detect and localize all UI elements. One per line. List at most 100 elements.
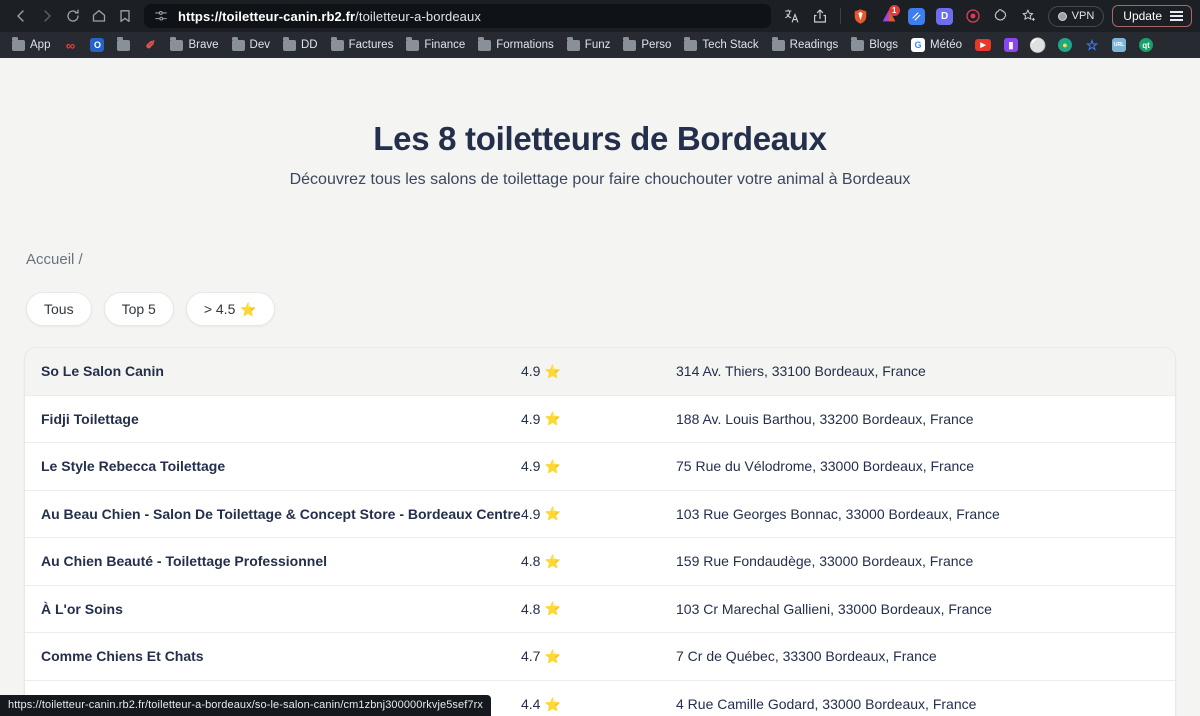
filter-pill-tous[interactable]: Tous: [26, 292, 92, 326]
bookmark-label: DD: [301, 39, 318, 51]
listings-table: So Le Salon Canin 4.9 ⭐ 314 Av. Thiers, …: [24, 347, 1176, 716]
bookmark-item-factures[interactable]: Factures: [325, 37, 400, 53]
listing-address: 159 Rue Fondaudège, 33000 Bordeaux, Fran…: [676, 553, 1159, 569]
bookmark-item-url[interactable]: URL: [1106, 36, 1132, 54]
star-icon: ⭐: [544, 698, 560, 711]
filter-pill-label: Top 5: [122, 301, 156, 317]
pen-icon: ✐: [143, 38, 157, 52]
bookmark-item-brave[interactable]: Brave: [164, 37, 224, 53]
site-settings-icon[interactable]: [154, 9, 168, 23]
bookmarks-bar: App ∞ O ✐ Brave Dev DD Factures Finance …: [0, 32, 1200, 58]
extension-puzzle-icon[interactable]: [988, 3, 1014, 29]
table-row[interactable]: Fidji Toilettage 4.9 ⭐ 188 Av. Louis Bar…: [25, 396, 1175, 444]
bookmark-item-finance[interactable]: Finance: [400, 37, 471, 53]
bookmark-item-funz[interactable]: Funz: [561, 37, 617, 53]
bookmark-item-pen[interactable]: ✐: [137, 36, 163, 54]
breadcrumb[interactable]: Accueil /: [0, 251, 1200, 268]
listing-rating: 4.9 ⭐: [521, 506, 676, 522]
bookmark-item-twitch[interactable]: ▮: [998, 36, 1024, 54]
star-icon: ⭐: [544, 650, 560, 663]
bookmark-item-perso[interactable]: Perso: [617, 37, 677, 53]
rating-value: 4.4: [521, 696, 540, 712]
table-row[interactable]: Le Style Rebecca Toilettage 4.9 ⭐ 75 Rue…: [25, 443, 1175, 491]
bookmark-label: Brave: [188, 39, 218, 51]
vpn-icon: [1058, 12, 1067, 21]
table-row[interactable]: Au Beau Chien - Salon De Toilettage & Co…: [25, 491, 1175, 539]
bookmark-item-youtube[interactable]: ▶: [969, 37, 997, 53]
share-icon[interactable]: [807, 3, 833, 29]
bookmark-item-formations[interactable]: Formations: [472, 37, 560, 53]
hero-section: Les 8 toiletteurs de Bordeaux Découvrez …: [0, 58, 1200, 189]
listing-address: 103 Cr Marechal Gallieni, 33000 Bordeaux…: [676, 601, 1159, 617]
star-icon: ⭐: [544, 412, 560, 425]
bookmark-item-quicken[interactable]: qt: [1133, 36, 1159, 54]
listing-name: Comme Chiens Et Chats: [41, 648, 521, 664]
bookmark-item-dev[interactable]: Dev: [226, 37, 276, 53]
translate-icon[interactable]: [779, 3, 805, 29]
bookmark-item-app[interactable]: App: [6, 37, 56, 53]
home-button[interactable]: [86, 3, 112, 29]
filter-pill-label: Tous: [44, 301, 74, 317]
brave-shield-icon[interactable]: [848, 3, 874, 29]
bookmark-item-blogs[interactable]: Blogs: [845, 37, 904, 53]
extension-blue-icon[interactable]: [904, 3, 930, 29]
globe-icon: ⚪: [1031, 38, 1045, 52]
twitch-icon: ▮: [1004, 38, 1018, 52]
bookmark-item-tech-stack[interactable]: Tech Stack: [678, 37, 764, 53]
rating-value: 4.9: [521, 411, 540, 427]
listing-address: 75 Rue du Vélodrome, 33000 Bordeaux, Fra…: [676, 458, 1159, 474]
extension-blue-glyph: [908, 8, 925, 25]
table-row[interactable]: Comme Chiens Et Chats 4.7 ⭐ 7 Cr de Québ…: [25, 633, 1175, 681]
listing-rating: 4.8 ⭐: [521, 553, 676, 569]
bookmark-label: Blogs: [869, 39, 898, 51]
bookmark-label: Funz: [585, 39, 611, 51]
extension-purple-icon[interactable]: D: [932, 3, 958, 29]
bookmark-item-chat[interactable]: ●: [1052, 36, 1078, 54]
listing-name: Fidji Toilettage: [41, 411, 521, 427]
url-text: https://toiletteur-canin.rb2.fr/toilette…: [178, 9, 481, 24]
extension-record-icon[interactable]: [960, 3, 986, 29]
rating-value: 4.7: [521, 648, 540, 664]
bookmark-item-globe[interactable]: ⚪: [1025, 36, 1051, 54]
folder-icon: [684, 40, 697, 51]
table-row[interactable]: À L'or Soins 4.8 ⭐ 103 Cr Marechal Galli…: [25, 586, 1175, 634]
extension-star-icon[interactable]: [1016, 3, 1042, 29]
bookmark-item-meta[interactable]: ∞: [57, 36, 83, 54]
address-bar[interactable]: https://toiletteur-canin.rb2.fr/toilette…: [144, 4, 771, 28]
table-row[interactable]: So Le Salon Canin 4.9 ⭐ 314 Av. Thiers, …: [25, 348, 1175, 396]
page-title: Les 8 toiletteurs de Bordeaux: [0, 120, 1200, 158]
bookmark-label: Factures: [349, 39, 394, 51]
filter-pill-rating-above-4-5[interactable]: > 4.5 ⭐: [186, 292, 275, 326]
extension-purple-glyph: D: [936, 8, 953, 25]
bookmark-item-dd[interactable]: DD: [277, 37, 324, 53]
bookmark-item-outlook[interactable]: O: [84, 36, 110, 54]
hamburger-menu-icon[interactable]: [1170, 11, 1183, 21]
update-button[interactable]: Update: [1112, 5, 1192, 27]
bookmark-button[interactable]: [112, 3, 138, 29]
filter-pill-top-5[interactable]: Top 5: [104, 292, 174, 326]
reload-button[interactable]: [60, 3, 86, 29]
folder-icon: [283, 40, 296, 51]
back-button[interactable]: [8, 3, 34, 29]
folder-icon: [117, 40, 130, 51]
bookmark-item-star[interactable]: ☆: [1079, 36, 1105, 54]
toolbar-right-group: 1 D: [779, 3, 1192, 29]
bookmark-label: Finance: [424, 39, 465, 51]
bookmark-label: App: [30, 39, 50, 51]
bookmark-item-folder-unnamed[interactable]: [111, 38, 136, 53]
bookmark-item-meteo[interactable]: GMétéo: [905, 36, 968, 54]
folder-icon: [170, 40, 183, 51]
url-path: /toiletteur-a-bordeaux: [355, 9, 481, 24]
star-icon: ⭐: [240, 303, 256, 316]
status-bar-url: https://toiletteur-canin.rb2.fr/toilette…: [0, 695, 491, 716]
rating-value: 4.9: [521, 506, 540, 522]
listing-name: Au Beau Chien - Salon De Toilettage & Co…: [41, 506, 521, 522]
vpn-label: VPN: [1072, 10, 1095, 22]
bookmark-label: Tech Stack: [702, 39, 758, 51]
table-row[interactable]: Au Chien Beauté - Toilettage Professionn…: [25, 538, 1175, 586]
bookmark-item-readings[interactable]: Readings: [766, 37, 845, 53]
vpn-button[interactable]: VPN: [1048, 6, 1105, 27]
filter-pill-label: > 4.5: [204, 301, 236, 317]
forward-button[interactable]: [34, 3, 60, 29]
brave-rewards-icon[interactable]: 1: [876, 3, 902, 29]
